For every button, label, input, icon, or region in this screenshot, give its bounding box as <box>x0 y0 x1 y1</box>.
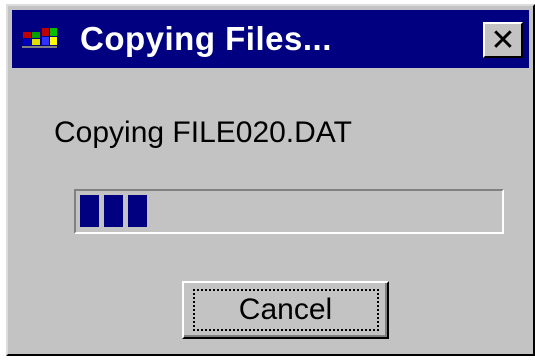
cancel-label: Cancel <box>238 293 333 326</box>
title-bar[interactable]: Copying Files... ✕ <box>12 10 529 68</box>
windows-logo-icon <box>22 28 57 48</box>
close-button[interactable]: ✕ <box>483 22 523 58</box>
status-text: Copying FILE020.DAT <box>54 116 352 149</box>
copy-dialog: Copying Files... ✕ Copying FILE020.DAT C… <box>6 4 535 356</box>
cancel-focus-ring: Cancel <box>192 289 379 331</box>
progress-segment <box>128 195 147 227</box>
progress-segment <box>80 195 99 227</box>
close-icon: ✕ <box>490 23 516 57</box>
cancel-button[interactable]: Cancel <box>182 281 389 339</box>
progress-bar <box>74 189 504 234</box>
progress-segment <box>104 195 123 227</box>
window-title: Copying Files... <box>80 20 332 57</box>
